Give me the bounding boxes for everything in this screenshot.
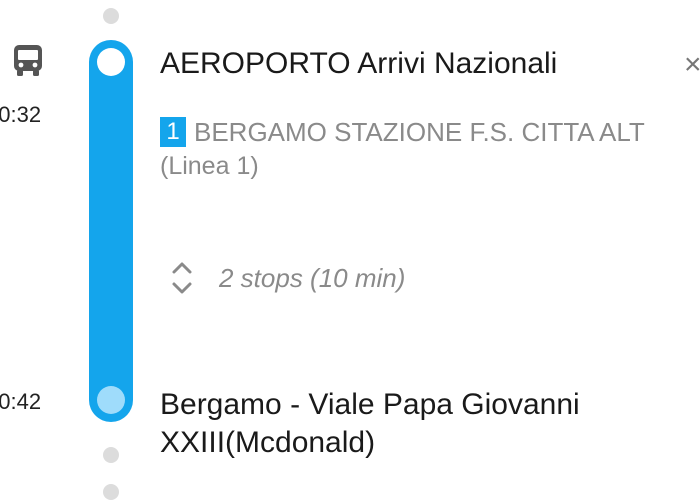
- departure-time-wrap: 00:32: [0, 102, 76, 132]
- destination-stop-name-line-1: Bergamo - Viale Papa Giovanni: [160, 388, 580, 421]
- route-line-name: (Linea 1): [160, 152, 259, 180]
- origin-stop-name[interactable]: AEROPORTO Arrivi Nazionali: [160, 45, 557, 83]
- timeline-dot-bottom-2: [103, 484, 119, 500]
- route-info[interactable]: 1 BERGAMO STAZIONE F.S. CITTA ALT: [160, 113, 645, 148]
- arrival-time-wrap: 00:42: [0, 389, 76, 419]
- bus-icon: [14, 45, 42, 76]
- close-icon[interactable]: ×: [684, 50, 700, 80]
- destination-stop-marker: [97, 386, 125, 414]
- route-timeline-bar: [89, 40, 133, 422]
- origin-stop-marker: [97, 48, 125, 76]
- expand-chevrons-icon: [172, 262, 192, 294]
- timeline-dot-bottom-1: [103, 447, 119, 463]
- intermediate-stops-summary: 2 stops (10 min): [219, 263, 406, 293]
- destination-stop-name[interactable]: Bergamo - Viale Papa Giovanni XXIII(Mcdo…: [160, 386, 580, 462]
- departure-time: 00:32: [0, 102, 42, 127]
- trip-leg-detail: 00:32 00:42 AEROPORTO Arrivi Nazionali ×…: [0, 0, 700, 500]
- route-destination: BERGAMO STAZIONE F.S. CITTA ALT: [194, 117, 645, 148]
- route-number-badge: 1: [160, 117, 186, 148]
- timeline-dot-top: [103, 8, 119, 24]
- destination-stop-name-line-2: XXIII(Mcdonald): [160, 426, 376, 459]
- intermediate-stops-toggle[interactable]: 2 stops (10 min): [168, 254, 468, 302]
- arrival-time: 00:42: [0, 389, 42, 414]
